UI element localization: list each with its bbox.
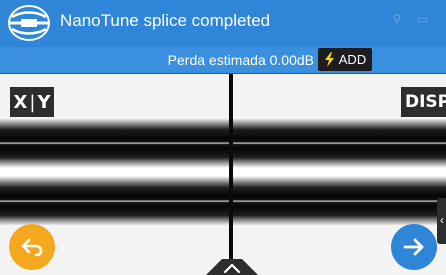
expand-panel-tab[interactable]: [206, 258, 258, 275]
chevron-left-icon: ‹: [440, 213, 444, 227]
next-button[interactable]: [391, 224, 437, 270]
add-button-label: ADD: [338, 52, 367, 67]
xy-view-toggle-button[interactable]: X | Y: [10, 87, 54, 117]
splice-center-line: [229, 74, 233, 275]
back-button[interactable]: [9, 224, 55, 270]
side-panel-tab[interactable]: ‹: [437, 198, 446, 244]
splicer-logo-icon: [8, 5, 50, 41]
y-label: Y: [37, 91, 51, 113]
lightning-icon: [324, 52, 334, 67]
status-icons: ⚲ ▭: [392, 12, 434, 26]
xy-separator: |: [29, 91, 36, 113]
fiber-image-viewer: X | Y DISP ‹: [0, 74, 446, 275]
next-arrow-icon: [403, 238, 424, 256]
title-bar: NanoTune splice completed ⚲ ▭: [0, 0, 446, 47]
fiber-image-y-view: [0, 177, 446, 225]
add-button[interactable]: ADD: [318, 48, 372, 71]
display-button-label: DISP: [405, 92, 446, 112]
fiber-image-x-view: [0, 119, 446, 167]
display-button[interactable]: DISP: [401, 87, 446, 117]
back-arrow-icon: [21, 238, 43, 257]
estimated-loss-text: Perda estimada 0.00dB: [167, 52, 314, 68]
page-title: NanoTune splice completed: [60, 11, 271, 30]
view-separator: [0, 168, 446, 176]
splice-loss-bar: Perda estimada 0.00dB ADD: [0, 47, 446, 74]
x-label: X: [13, 91, 28, 113]
